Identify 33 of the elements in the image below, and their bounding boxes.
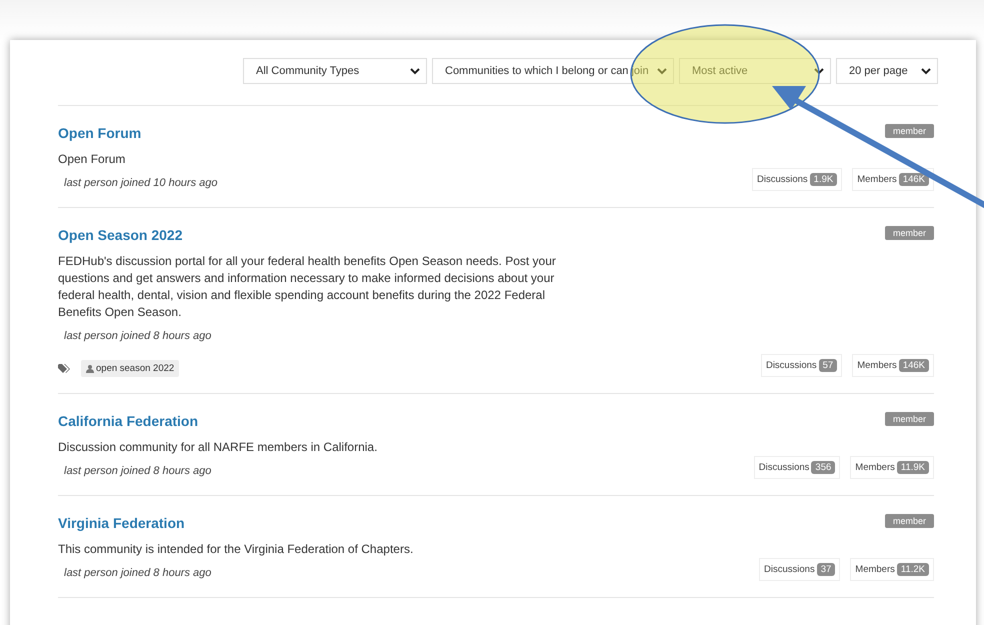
- last-joined-text: last person joined 8 hours ago: [63, 464, 212, 479]
- last-joined-text: last person joined 8 hours ago: [63, 566, 212, 581]
- tags-icon: [58, 364, 71, 374]
- chevron-down-icon: [410, 67, 420, 75]
- dropdown[interactable]: 20 per page: [836, 58, 938, 84]
- member-badge: member: [884, 412, 934, 426]
- members-count[interactable]: Members 146K: [852, 354, 934, 377]
- community-title-link[interactable]: Virginia Federation: [58, 514, 558, 532]
- last-joined-text: last person joined 10 hours ago: [63, 176, 218, 191]
- members-count[interactable]: Members 146K: [852, 168, 934, 191]
- member-badge: member: [884, 514, 934, 528]
- discussions-count[interactable]: Discussions 37: [759, 558, 840, 581]
- chevron-down-icon: [814, 67, 824, 75]
- dropdown[interactable]: All Community Types: [243, 58, 427, 84]
- community-title-link[interactable]: Open Season 2022: [58, 226, 558, 244]
- member-badge: member: [884, 124, 934, 138]
- community-title-link[interactable]: California Federation: [58, 412, 558, 430]
- chevron-down-icon: [657, 67, 667, 75]
- discussions-count[interactable]: Discussions 57: [760, 354, 842, 377]
- community-description: FEDHub's discussion portal for all your federal health benefits Open Season needs. Post your questions and get answers and information necessary to make informed decisions about your federal health, dental, vision and flexible spending account benefits during the 2022 Federal Benefits Open Season.: [58, 253, 557, 321]
- community-description: Open Forum: [58, 151, 126, 168]
- person-icon: [86, 364, 94, 372]
- member-badge: member: [884, 226, 934, 240]
- chevron-down-icon: [921, 67, 931, 75]
- last-joined-text: last person joined 8 hours ago: [63, 329, 212, 344]
- tag-chip[interactable]: open season 2022: [81, 360, 180, 377]
- community-description: Discussion community for all NARFE members in California.: [58, 439, 378, 456]
- discussions-count[interactable]: Discussions 356: [754, 456, 840, 479]
- discussions-count[interactable]: Discussions 1.9K: [752, 168, 842, 191]
- members-count[interactable]: Members 11.9K: [850, 456, 934, 479]
- community-description: This community is intended for the Virginia Federation of Chapters.: [58, 541, 414, 558]
- community-title-link[interactable]: Open Forum: [58, 124, 558, 142]
- members-count[interactable]: Members 11.2K: [850, 558, 934, 581]
